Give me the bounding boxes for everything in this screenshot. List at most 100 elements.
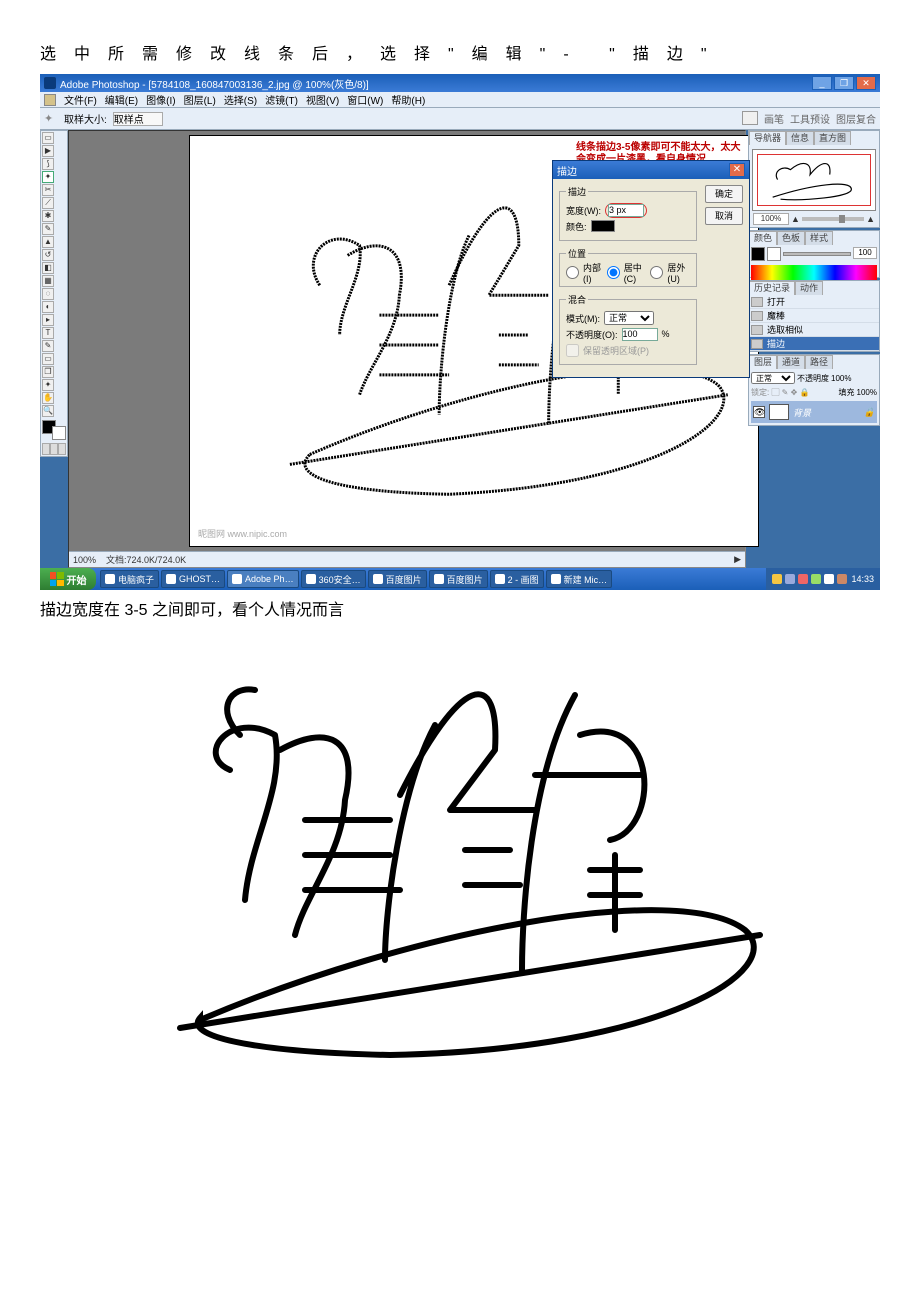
- color-bg-swatch[interactable]: [767, 247, 781, 261]
- zoom-slider[interactable]: [802, 217, 864, 221]
- tab-channels[interactable]: 通道: [777, 355, 805, 369]
- tab-navigator[interactable]: 导航器: [749, 131, 786, 145]
- menu-layer[interactable]: 图层(L): [184, 92, 216, 107]
- mode-select[interactable]: 正常: [604, 311, 654, 325]
- stroke-color-swatch[interactable]: [591, 220, 615, 232]
- history-item[interactable]: 打开: [749, 295, 879, 309]
- menu-edit[interactable]: 编辑(E): [105, 92, 138, 107]
- notes-tool[interactable]: ❐: [42, 366, 54, 378]
- history-item[interactable]: 魔棒: [749, 309, 879, 323]
- tab-styles[interactable]: 样式: [805, 231, 833, 245]
- shape-tool[interactable]: ▭: [42, 353, 54, 365]
- fill-value[interactable]: 100%: [857, 388, 877, 397]
- tray-icon[interactable]: [798, 574, 808, 584]
- gray-slider[interactable]: [783, 252, 851, 256]
- dialog-titlebar[interactable]: 描边 ✕: [553, 161, 749, 179]
- history-item[interactable]: 描边: [749, 337, 879, 351]
- tab-actions[interactable]: 动作: [795, 281, 823, 295]
- minimize-button[interactable]: _: [812, 76, 832, 90]
- dock-brushes[interactable]: 画笔: [764, 111, 784, 126]
- crop-tool[interactable]: ✂: [42, 184, 54, 196]
- type-tool[interactable]: T: [42, 327, 54, 339]
- blend-mode-select[interactable]: 正常: [751, 372, 795, 384]
- tray-icon[interactable]: [837, 574, 847, 584]
- color-swatches[interactable]: [42, 420, 66, 440]
- visibility-icon[interactable]: 👁: [753, 406, 765, 418]
- menu-help[interactable]: 帮助(H): [391, 92, 425, 107]
- zoom-out-icon[interactable]: ▲: [791, 214, 800, 224]
- menu-file[interactable]: 文件(F): [64, 92, 97, 107]
- zoom-tool[interactable]: 🔍: [42, 405, 54, 417]
- hand-tool[interactable]: ✋: [42, 392, 54, 404]
- zoom-in-icon[interactable]: ▲: [866, 214, 875, 224]
- taskbar-item[interactable]: GHOST…: [161, 570, 225, 588]
- dock-layercomps[interactable]: 图层复合: [836, 111, 876, 126]
- color-fg-swatch[interactable]: [751, 247, 765, 261]
- close-button[interactable]: ✕: [856, 76, 876, 90]
- dodge-tool[interactable]: ◐: [42, 301, 54, 313]
- taskbar-item[interactable]: Adobe Ph…: [227, 570, 299, 588]
- tab-paths[interactable]: 路径: [805, 355, 833, 369]
- dialog-close-button[interactable]: ✕: [729, 163, 745, 177]
- opacity-field[interactable]: [622, 328, 658, 341]
- stamp-tool[interactable]: ▲: [42, 236, 54, 248]
- taskbar-item[interactable]: 360安全…: [301, 570, 366, 588]
- move-tool[interactable]: ▶: [42, 145, 54, 157]
- tab-histogram[interactable]: 直方图: [814, 131, 851, 145]
- background-color[interactable]: [52, 426, 66, 440]
- navigator-zoom-value[interactable]: 100%: [753, 213, 789, 225]
- scroll-arrow-icon[interactable]: ▶: [734, 554, 741, 565]
- menu-select[interactable]: 选择(S): [224, 92, 257, 107]
- tab-color[interactable]: 颜色: [749, 231, 777, 245]
- magic-wand-tool[interactable]: ✦: [42, 171, 54, 183]
- sample-size-field[interactable]: [113, 112, 163, 126]
- taskbar-item[interactable]: 电脑疯子: [100, 570, 159, 588]
- pen-tool[interactable]: ✎: [42, 340, 54, 352]
- history-item[interactable]: 选取相似: [749, 323, 879, 337]
- layer-row[interactable]: 👁 背景 🔒: [751, 401, 877, 423]
- lasso-tool[interactable]: ⟆: [42, 158, 54, 170]
- system-tray[interactable]: 14:33: [766, 568, 880, 590]
- taskbar-item[interactable]: 百度图片: [429, 570, 488, 588]
- healing-tool[interactable]: ✱: [42, 210, 54, 222]
- slice-tool[interactable]: ⟋: [42, 197, 54, 209]
- start-button[interactable]: 开始: [40, 568, 96, 590]
- history-brush-tool[interactable]: ↺: [42, 249, 54, 261]
- zoom-level[interactable]: 100%: [73, 555, 96, 565]
- marquee-tool[interactable]: ▭: [42, 132, 54, 144]
- taskbar-item[interactable]: 百度图片: [368, 570, 427, 588]
- position-inside-radio[interactable]: [566, 266, 579, 279]
- path-tool[interactable]: ▸: [42, 314, 54, 326]
- menu-filter[interactable]: 滤镜(T): [265, 92, 298, 107]
- taskbar-item[interactable]: 2 - 画图: [490, 570, 544, 588]
- cancel-button[interactable]: 取消: [705, 207, 743, 225]
- layer-opacity-value[interactable]: 100%: [831, 374, 851, 383]
- brush-tool[interactable]: ✎: [42, 223, 54, 235]
- navigator-thumbnail[interactable]: [752, 149, 876, 211]
- position-outside-radio[interactable]: [650, 266, 663, 279]
- position-center-radio[interactable]: [607, 266, 620, 279]
- ok-button[interactable]: 确定: [705, 185, 743, 203]
- tray-icon[interactable]: [824, 574, 834, 584]
- taskbar-item[interactable]: 新建 Mic…: [546, 570, 613, 588]
- maximize-button[interactable]: ❐: [834, 76, 854, 90]
- tab-info[interactable]: 信息: [786, 131, 814, 145]
- color-spectrum[interactable]: [751, 265, 877, 281]
- menu-image[interactable]: 图像(I): [146, 92, 175, 107]
- tab-layers[interactable]: 图层: [749, 355, 777, 369]
- tray-icon[interactable]: [811, 574, 821, 584]
- screen-mode-switcher[interactable]: [42, 443, 66, 455]
- tab-history[interactable]: 历史记录: [749, 281, 795, 295]
- blur-tool[interactable]: ◌: [42, 288, 54, 300]
- menu-window[interactable]: 窗口(W): [347, 92, 383, 107]
- gradient-tool[interactable]: ▦: [42, 275, 54, 287]
- palette-well-icon[interactable]: [742, 111, 758, 125]
- eraser-tool[interactable]: ◧: [42, 262, 54, 274]
- eyedropper-tool[interactable]: ✦: [42, 379, 54, 391]
- dock-toolpresets[interactable]: 工具预设: [790, 111, 830, 126]
- width-field[interactable]: [608, 204, 644, 217]
- tab-swatches[interactable]: 色板: [777, 231, 805, 245]
- color-value[interactable]: 100: [853, 247, 877, 259]
- tray-icon[interactable]: [785, 574, 795, 584]
- tray-icon[interactable]: [772, 574, 782, 584]
